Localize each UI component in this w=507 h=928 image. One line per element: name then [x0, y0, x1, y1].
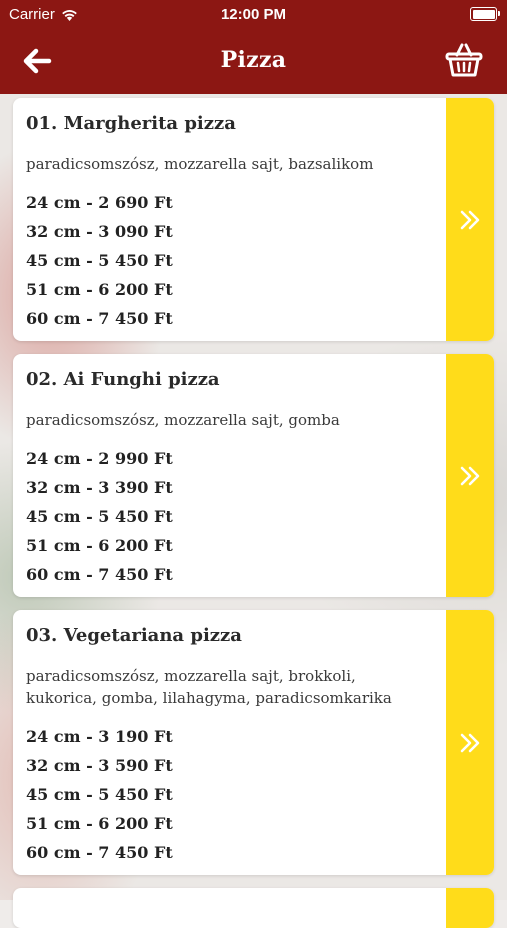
price-option: 51 cm - 6 200 Ft	[26, 536, 173, 555]
item-description: paradicsomszósz, mozzarella sajt, brokko…	[26, 667, 392, 707]
page-title: Pizza	[220, 47, 287, 73]
price-option: 24 cm - 2 990 Ft	[26, 449, 173, 468]
price-option: 60 cm - 7 450 Ft	[26, 843, 173, 862]
status-bar: Carrier 12:00 PM	[0, 0, 507, 30]
price-option: 45 cm - 5 450 Ft	[26, 785, 173, 804]
open-item-button[interactable]	[446, 98, 494, 341]
open-item-button[interactable]	[446, 354, 494, 597]
menu-item-card[interactable]: 02. Ai Funghi pizza paradicsomszósz, moz…	[13, 354, 494, 597]
menu-item-card[interactable]	[13, 888, 494, 928]
open-item-button[interactable]	[446, 888, 494, 928]
menu-item-card[interactable]: 01. Margherita pizza paradicsomszósz, mo…	[13, 98, 494, 341]
status-time: 12:00 PM	[220, 6, 287, 23]
item-description: paradicsomszósz, mozzarella sajt, bazsal…	[26, 155, 374, 173]
price-option: 24 cm - 2 690 Ft	[26, 193, 173, 212]
price-option: 51 cm - 6 200 Ft	[26, 280, 173, 299]
price-option: 32 cm - 3 090 Ft	[26, 222, 173, 241]
price-option: 45 cm - 5 450 Ft	[26, 251, 173, 270]
price-option: 32 cm - 3 590 Ft	[26, 756, 173, 775]
open-item-button[interactable]	[446, 610, 494, 875]
item-name: 02. Ai Funghi pizza	[26, 369, 220, 390]
menu-item-card[interactable]: 03. Vegetariana pizza paradicsomszósz, m…	[13, 610, 494, 875]
price-option: 60 cm - 7 450 Ft	[26, 565, 173, 584]
price-list: 24 cm - 3 190 Ft 32 cm - 3 590 Ft 45 cm …	[26, 722, 173, 867]
navigation-bar: Carrier 12:00 PM Pizza	[0, 0, 507, 94]
basket-icon[interactable]	[445, 42, 483, 78]
battery-icon	[470, 7, 500, 21]
price-option: 51 cm - 6 200 Ft	[26, 814, 173, 833]
double-chevron-right-icon	[460, 210, 480, 229]
price-option: 24 cm - 3 190 Ft	[26, 727, 173, 746]
item-name: 03. Vegetariana pizza	[26, 625, 242, 646]
double-chevron-right-icon	[460, 733, 480, 752]
price-list: 24 cm - 2 990 Ft 32 cm - 3 390 Ft 45 cm …	[26, 444, 173, 589]
double-chevron-right-icon	[460, 466, 480, 485]
price-option: 60 cm - 7 450 Ft	[26, 309, 173, 328]
item-description: paradicsomszósz, mozzarella sajt, gomba	[26, 411, 340, 429]
price-option: 45 cm - 5 450 Ft	[26, 507, 173, 526]
price-list: 24 cm - 2 690 Ft 32 cm - 3 090 Ft 45 cm …	[26, 188, 173, 333]
item-name: 01. Margherita pizza	[26, 113, 236, 134]
price-option: 32 cm - 3 390 Ft	[26, 478, 173, 497]
